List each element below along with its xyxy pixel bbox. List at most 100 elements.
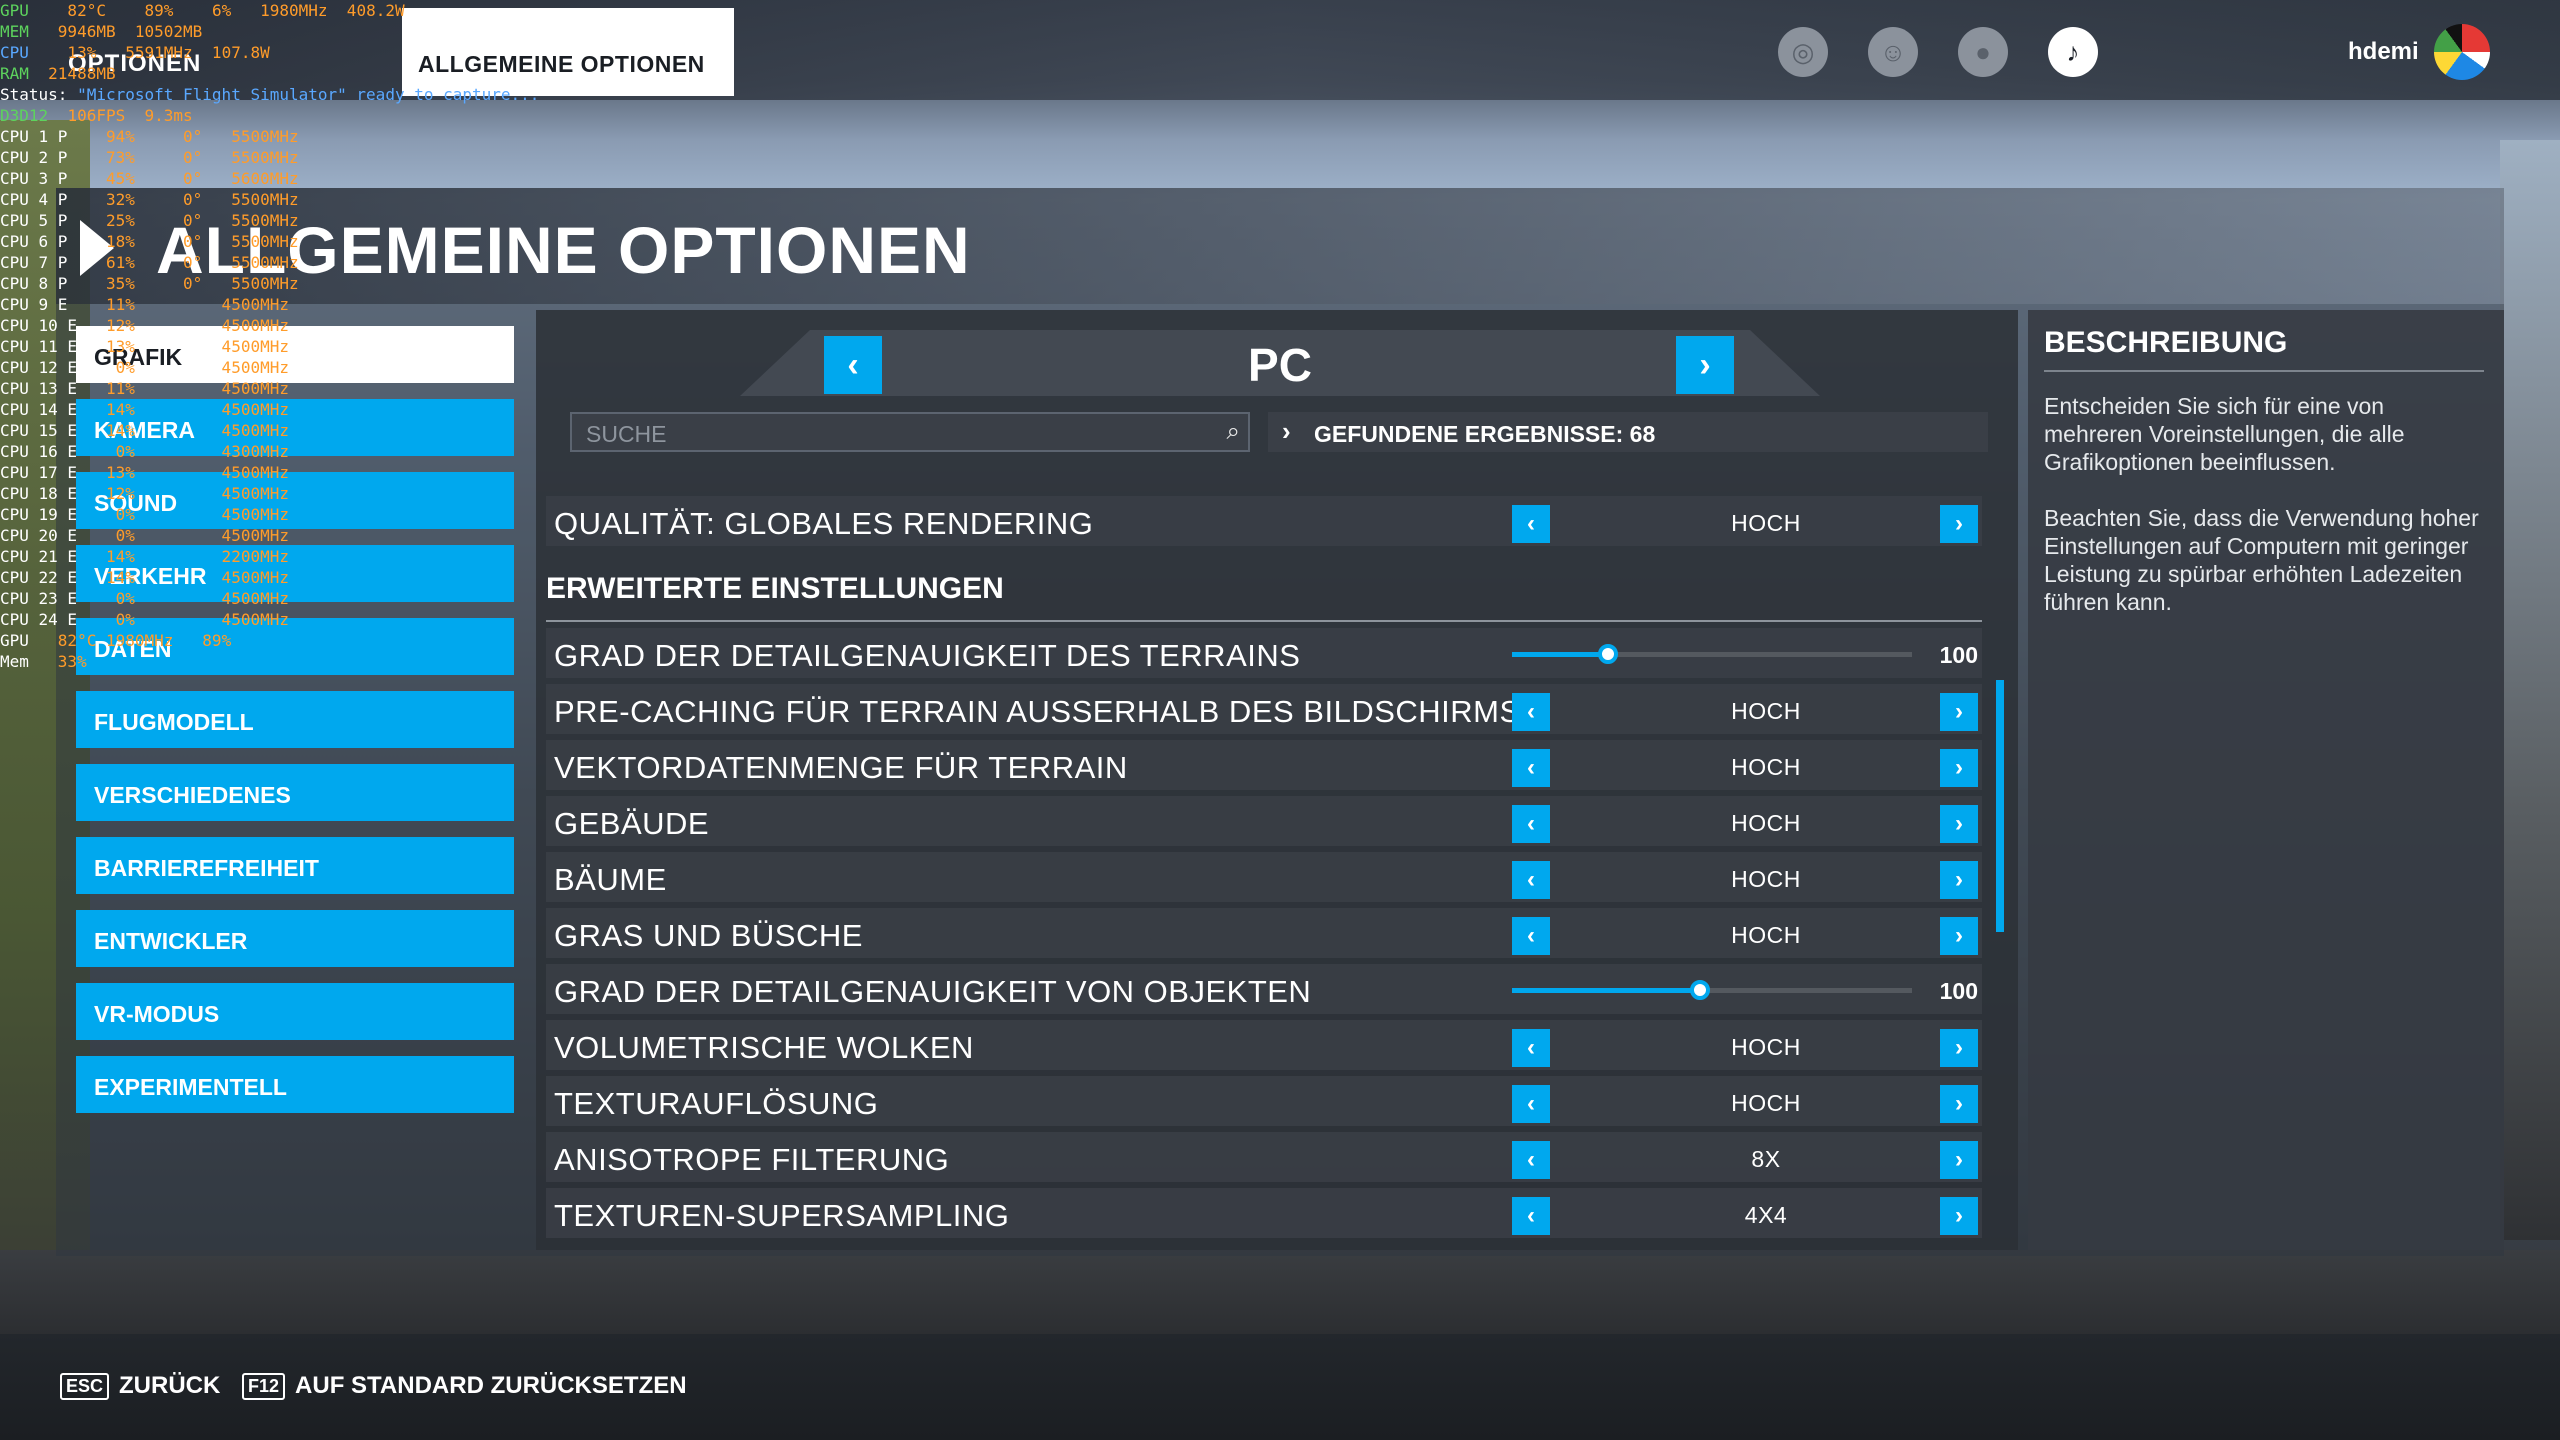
slider-track[interactable]: [1512, 644, 1912, 664]
sidebar-item-traffic[interactable]: VERKEHR: [76, 545, 514, 602]
description-text: Entscheiden Sie sich für eine von mehrer…: [2044, 392, 2484, 644]
setting-row-buildings: GEBÄUDE ‹ HOCH ›: [546, 796, 1982, 846]
decrease-button[interactable]: ‹: [1512, 1141, 1550, 1179]
description-title: BESCHREIBUNG: [2044, 326, 2484, 372]
slider-handle[interactable]: [1690, 980, 1710, 1000]
hud-cpu-freq: 5500MHz: [202, 148, 299, 167]
decrease-button[interactable]: ‹: [1512, 917, 1550, 955]
setting-label: GRAD DER DETAILGENAUIGKEIT VON OBJEKTEN: [554, 974, 1312, 1009]
back-label: ZURÜCK: [119, 1372, 221, 1399]
hud-cpu-freq: 5600MHz: [202, 169, 299, 188]
setting-label: VEKTORDATENMENGE FÜR TERRAIN: [554, 750, 1128, 785]
setting-value: HOCH: [1731, 922, 1801, 948]
setting-row-anisotropic-filtering: ANISOTROPE FILTERUNG ‹ 8X ›: [546, 1132, 1982, 1182]
hud-cpu-temp: 0°: [134, 127, 203, 146]
setting-label: GRAS UND BÜSCHE: [554, 918, 863, 953]
setting-label: TEXTUREN-SUPERSAMPLING: [554, 1198, 1010, 1233]
top-bar: [0, 0, 2560, 100]
decrease-button[interactable]: ‹: [1512, 693, 1550, 731]
profile-icon[interactable]: ●: [1958, 27, 2008, 77]
setting-value: HOCH: [1731, 698, 1801, 724]
search-input[interactable]: [586, 420, 1186, 448]
setting-value: 4X4: [1744, 1202, 1788, 1228]
sidebar-item-flight-model[interactable]: FLUGMODELL: [76, 691, 514, 748]
sidebar: GRAFIK KAMERA SOUND VERKEHR DATEN FLUGMO…: [76, 326, 514, 1129]
setting-row-trees: BÄUME ‹ HOCH ›: [546, 852, 1982, 902]
setting-label: TEXTURAUFLÖSUNG: [554, 1086, 879, 1121]
setting-label: PRE-CACHING FÜR TERRAIN AUSSERHALB DES B…: [554, 694, 1521, 729]
setting-row-terrain-vector-data: VEKTORDATENMENGE FÜR TERRAIN ‹ HOCH ›: [546, 740, 1982, 790]
sidebar-item-sound[interactable]: SOUND: [76, 472, 514, 529]
top-icon-group: ◎ ☺ ● ♪: [1778, 27, 2098, 77]
setting-label: QUALITÄT: GLOBALES RENDERING: [554, 506, 1094, 541]
background-terrain-right: [2500, 140, 2560, 1240]
decrease-button[interactable]: ‹: [1512, 1085, 1550, 1123]
increase-button[interactable]: ›: [1940, 1029, 1978, 1067]
reset-label: AUF STANDARD ZURÜCKSETZEN: [295, 1372, 687, 1399]
decrease-button[interactable]: ‹: [1512, 505, 1550, 543]
setting-label: BÄUME: [554, 862, 667, 897]
slider-fill: [1512, 652, 1608, 657]
setting-value: HOCH: [1731, 866, 1801, 892]
increase-button[interactable]: ›: [1940, 693, 1978, 731]
decrease-button[interactable]: ‹: [1512, 861, 1550, 899]
sidebar-item-developer[interactable]: ENTWICKLER: [76, 910, 514, 967]
sidebar-item-accessibility[interactable]: BARRIEREFREIHEIT: [76, 837, 514, 894]
increase-button[interactable]: ›: [1940, 805, 1978, 843]
slider-track[interactable]: [1512, 980, 1912, 1000]
decrease-button[interactable]: ‹: [1512, 805, 1550, 843]
setting-label: ANISOTROPE FILTERUNG: [554, 1142, 950, 1177]
esc-key-icon: ESC: [60, 1372, 110, 1400]
decrease-button[interactable]: ‹: [1512, 749, 1550, 787]
hud-cpu-load: 94%: [96, 127, 135, 146]
hud-unit: ms: [173, 106, 193, 125]
preset-prev-button[interactable]: ‹: [824, 336, 882, 394]
setting-value: HOCH: [1731, 754, 1801, 780]
results-count: GEFUNDENE ERGEBNISSE: 68: [1314, 421, 1656, 447]
setting-value: 100: [1939, 642, 1978, 668]
sidebar-item-graphics[interactable]: GRAFIK: [76, 326, 514, 383]
description-paragraph: Beachten Sie, dass die Verwendung hoher …: [2044, 505, 2479, 615]
friends-icon[interactable]: ☺: [1868, 27, 1918, 77]
avatar[interactable]: [2434, 24, 2490, 80]
increase-button[interactable]: ›: [1940, 1141, 1978, 1179]
setting-row-terrain-lod: GRAD DER DETAILGENAUIGKEIT DES TERRAINS …: [546, 628, 1982, 678]
search-icon[interactable]: ⌕: [1227, 418, 1240, 446]
sidebar-item-experimental[interactable]: EXPERIMENTELL: [76, 1056, 514, 1113]
settings-scrollbar[interactable]: [1996, 680, 2004, 932]
hud-cpu-temp: 0°: [134, 169, 203, 188]
background-cockpit: [0, 1250, 2560, 1340]
results-chevron-icon: ›: [1282, 416, 1291, 446]
sidebar-item-data[interactable]: DATEN: [76, 618, 514, 675]
sidebar-item-vr-mode[interactable]: VR-MODUS: [76, 983, 514, 1040]
hud-value: 9.3: [144, 106, 174, 125]
tab-options[interactable]: OPTIONEN: [68, 50, 201, 78]
setting-label: GRAD DER DETAILGENAUIGKEIT DES TERRAINS: [554, 638, 1301, 673]
section-advanced-settings: ERWEITERTE EINSTELLUNGEN: [546, 566, 1982, 622]
title-chevron-icon: [80, 220, 114, 276]
back-button[interactable]: ESC ZURÜCK: [60, 1372, 220, 1400]
increase-button[interactable]: ›: [1940, 861, 1978, 899]
sidebar-item-camera[interactable]: KAMERA: [76, 399, 514, 456]
decrease-button[interactable]: ‹: [1512, 1197, 1550, 1235]
setting-row-texture-supersampling: TEXTUREN-SUPERSAMPLING ‹ 4X4 ›: [546, 1188, 1982, 1238]
hud-cpu-freq: 5500MHz: [202, 127, 299, 146]
slider-handle[interactable]: [1598, 644, 1618, 664]
reset-defaults-button[interactable]: F12 AUF STANDARD ZURÜCKSETZEN: [242, 1372, 687, 1400]
notification-bell-icon[interactable]: ♪: [2048, 27, 2098, 77]
activity-icon[interactable]: ◎: [1778, 27, 1828, 77]
increase-button[interactable]: ›: [1940, 917, 1978, 955]
description-paragraph: Entscheiden Sie sich für eine von mehrer…: [2044, 393, 2405, 475]
increase-button[interactable]: ›: [1940, 1197, 1978, 1235]
increase-button[interactable]: ›: [1940, 505, 1978, 543]
preset-next-button[interactable]: ›: [1676, 336, 1734, 394]
username[interactable]: hdemi: [2348, 38, 2419, 66]
tab-general-options[interactable]: ALLGEMEINE OPTIONEN: [402, 8, 734, 96]
sidebar-item-misc[interactable]: VERSCHIEDENES: [76, 764, 514, 821]
slider-fill: [1512, 988, 1700, 993]
increase-button[interactable]: ›: [1940, 749, 1978, 787]
decrease-button[interactable]: ‹: [1512, 1029, 1550, 1067]
setting-row-terrain-precaching: PRE-CACHING FÜR TERRAIN AUSSERHALB DES B…: [546, 684, 1982, 734]
setting-value: HOCH: [1731, 1034, 1801, 1060]
increase-button[interactable]: ›: [1940, 1085, 1978, 1123]
